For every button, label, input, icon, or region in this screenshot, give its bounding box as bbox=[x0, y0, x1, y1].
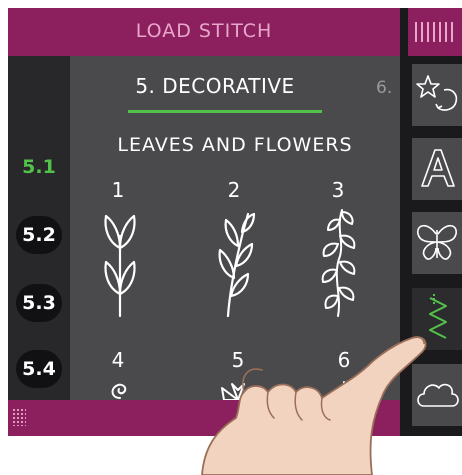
pointing-hand-icon bbox=[201, 336, 427, 475]
